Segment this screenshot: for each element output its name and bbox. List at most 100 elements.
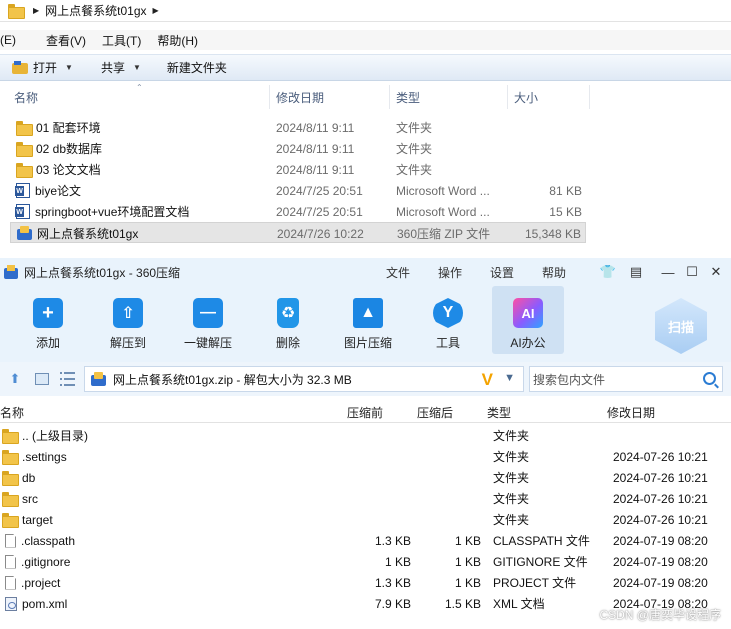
breadcrumb[interactable]: 网上点餐系统t01gx [45, 2, 146, 19]
folder-icon [2, 492, 19, 507]
column-type[interactable]: 类型 [390, 85, 508, 109]
file-name-cell: 网上点餐系统t01gx [17, 223, 138, 244]
verified-v-icon[interactable]: V [482, 370, 493, 390]
column-name[interactable]: 名称 [0, 401, 24, 423]
watermark: CSDN @唐奕毕设程序 [599, 608, 721, 622]
file-type: Microsoft Word ... [396, 183, 490, 198]
arrow-up-icon[interactable]: ⬆ [8, 371, 22, 386]
file-row[interactable]: 01 配套环境 2024/8/11 9:11 文件夹 [10, 117, 586, 138]
feedback-icon[interactable]: ▤ [628, 264, 644, 280]
ai-office-button[interactable]: AI AI办公 [492, 286, 564, 354]
chevron-down-icon: ▼ [132, 63, 141, 72]
archive-row[interactable]: .settings 文件夹 2024-07-26 10:21 [0, 446, 731, 467]
explorer-toolbar: 打开 ▼ 共享 ▼ 新建文件夹 [0, 54, 731, 81]
share-button[interactable]: 共享 ▼ [97, 59, 145, 76]
file-name-cell: Wspringboot+vue环境配置文档 [15, 201, 190, 222]
one-click-extract-label: 一键解压 [183, 336, 232, 350]
ai-icon: AI [513, 298, 543, 328]
entry-unpacked: 1.5 KB [444, 596, 481, 611]
entry-name: pom.xml [22, 596, 68, 611]
file-name: springboot+vue环境配置文档 [35, 205, 190, 219]
column-name[interactable]: 名称 [8, 85, 270, 109]
zip-path-bar: ⬆ 网上点餐系统t01gx.zip - 解包大小为 32.3 MB V ▼ 搜索… [0, 362, 731, 396]
entry-mtime: 2024-07-26 10:21 [613, 491, 708, 506]
zip-menu-operate[interactable]: 操作 [438, 258, 462, 286]
zip-menu-file[interactable]: 文件 [386, 258, 410, 286]
minimize-icon[interactable]: — [660, 264, 676, 280]
file-row[interactable]: 03 论文文档 2024/8/11 9:11 文件夹 [10, 159, 586, 180]
zip-title-bar[interactable]: 网上点餐系统t01gx - 360压缩 [0, 258, 731, 286]
close-icon[interactable]: ✕ [708, 264, 724, 280]
column-mtime[interactable]: 修改日期 [607, 401, 655, 423]
chevron-down-icon[interactable]: ▼ [504, 372, 515, 384]
delete-label: 删除 [275, 336, 300, 350]
entry-name: .classpath [21, 533, 76, 548]
column-size[interactable]: 大小 [508, 85, 590, 109]
zip-column-header: 名称 压缩前 压缩后 类型 修改日期 [0, 401, 731, 423]
extract-to-button[interactable]: ⇧ 解压到 [92, 286, 164, 354]
zip-menu-settings[interactable]: 设置 [490, 258, 514, 286]
thumbnail-view-icon[interactable] [35, 373, 49, 385]
file-row[interactable]: Wbiye论文 2024/7/25 20:51 Microsoft Word .… [10, 180, 586, 201]
archive-row[interactable]: .. (上级目录) 文件夹 [0, 425, 731, 446]
folder-icon [8, 4, 25, 19]
archive-path-box[interactable]: 网上点餐系统t01gx.zip - 解包大小为 32.3 MB V ▼ [84, 366, 524, 392]
file-name: 网上点餐系统t01gx [37, 227, 139, 241]
column-packed[interactable]: 压缩前 [347, 401, 383, 423]
search-icon[interactable] [703, 372, 716, 385]
menu-view[interactable]: 查看(V) [46, 30, 86, 51]
new-folder-button[interactable]: 新建文件夹 [163, 59, 231, 76]
column-unpacked[interactable]: 压缩后 [417, 401, 453, 423]
entry-name: .gitignore [21, 554, 71, 569]
menu-help[interactable]: 帮助(H) [157, 30, 198, 51]
folder-icon [16, 121, 33, 136]
open-icon [12, 60, 28, 75]
image-compress-icon: ▲ [353, 298, 383, 328]
archive-row[interactable]: .gitignore 1 KB 1 KB GITIGNORE 文件 2024-0… [0, 551, 731, 572]
extract-to-icon: ⇧ [113, 298, 143, 328]
one-click-extract-button[interactable]: — 一键解压 [172, 286, 244, 354]
archive-row[interactable]: .classpath 1.3 KB 1 KB CLASSPATH 文件 2024… [0, 530, 731, 551]
file-name: biye论文 [35, 184, 82, 198]
new-folder-label: 新建文件夹 [166, 61, 227, 75]
archive-row[interactable]: db 文件夹 2024-07-26 10:21 [0, 467, 731, 488]
open-button[interactable]: 打开 ▼ [8, 59, 77, 76]
word-icon: W [15, 204, 30, 219]
explorer-address-bar[interactable]: ▶ 网上点餐系统t01gx ▶ [0, 0, 731, 22]
file-row[interactable]: 02 db数据库 2024/8/11 9:11 文件夹 [10, 138, 586, 159]
explorer-column-header: ⌃ 名称 修改日期 类型 大小 [0, 83, 731, 109]
file-row-selected[interactable]: 网上点餐系统t01gx 2024/7/26 10:22 360压缩 ZIP 文件… [10, 222, 586, 243]
add-button[interactable]: 添加 [12, 286, 84, 354]
image-compress-button[interactable]: ▲ 图片压缩 [332, 286, 404, 354]
entry-unpacked: 1 KB [454, 554, 481, 569]
archive-row[interactable]: src 文件夹 2024-07-26 10:21 [0, 488, 731, 509]
column-size-label: 大小 [514, 90, 539, 105]
zip-menu-help[interactable]: 帮助 [542, 258, 566, 286]
screen: ▶ 网上点餐系统t01gx ▶ (E) 查看(V) 工具(T) 帮助(H) 打开… [0, 0, 731, 629]
entry-mtime: 2024-07-19 08:20 [613, 533, 708, 548]
column-type[interactable]: 类型 [487, 401, 511, 423]
entry-mtime: 2024-07-26 10:21 [613, 470, 708, 485]
menu-edit[interactable]: (E) [0, 31, 16, 49]
file-row[interactable]: Wspringboot+vue环境配置文档 2024/7/25 20:51 Mi… [10, 201, 586, 222]
entry-name: .settings [22, 449, 67, 464]
menu-tools[interactable]: 工具(T) [102, 30, 141, 51]
entry-mtime: 2024-07-26 10:21 [613, 449, 708, 464]
chevron-right-icon[interactable]: ▶ [33, 6, 39, 15]
entry-packed: 1 KB [384, 554, 411, 569]
entry-type: XML 文档 [493, 597, 545, 611]
tools-button[interactable]: Y 工具 [412, 286, 484, 354]
archive-row[interactable]: target 文件夹 2024-07-26 10:21 [0, 509, 731, 530]
delete-button[interactable]: ♻ 删除 [252, 286, 324, 354]
list-view-icon[interactable] [60, 372, 75, 386]
chevron-right-icon[interactable]: ▶ [153, 6, 159, 15]
skin-icon[interactable]: 👕 [600, 264, 616, 280]
entry-unpacked: 1 KB [454, 533, 481, 548]
folder-icon [16, 142, 33, 157]
maximize-icon[interactable]: ☐ [684, 264, 700, 280]
search-input[interactable]: 搜索包内文件 [529, 366, 723, 392]
column-date[interactable]: 修改日期 [270, 85, 390, 109]
archive-row[interactable]: .project 1.3 KB 1 KB PROJECT 文件 2024-07-… [0, 572, 731, 593]
file-name-cell: 01 配套环境 [16, 117, 101, 138]
entry-type: 文件夹 [493, 450, 530, 464]
